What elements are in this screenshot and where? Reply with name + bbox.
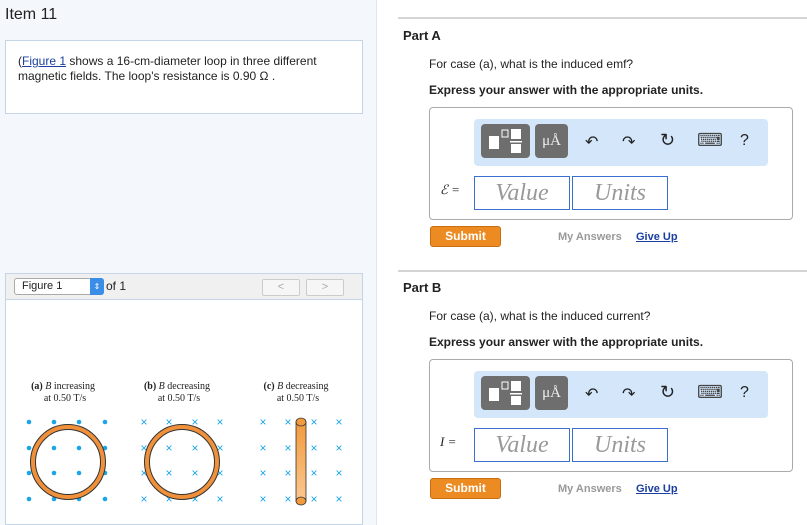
field-in-cross: × (310, 492, 317, 506)
units-input[interactable]: Units (572, 428, 668, 462)
problem-statement: (Figure 1 shows a 16-cm-diameter loop in… (5, 40, 363, 114)
reset-icon[interactable]: ↻ (660, 130, 675, 151)
field-out-dot (26, 419, 32, 425)
undo-icon[interactable]: ↶ (585, 384, 598, 404)
field-in-cross: × (216, 415, 223, 429)
figure-header: Figure 1 ⇕ of 1 < > (6, 274, 362, 300)
caption-c: (c) B decreasing (264, 381, 329, 392)
field-in-cross: × (310, 415, 317, 429)
templates-icon (489, 129, 522, 153)
help-icon[interactable]: ? (740, 132, 749, 150)
prev-figure-button[interactable]: < (262, 279, 300, 296)
my-answers-link[interactable]: My Answers (558, 231, 622, 243)
field-in-cross: × (310, 466, 317, 480)
field-out-dot (26, 496, 32, 502)
math-toolbar: μÅ ↶ ↷ ↻ ⌨ ? (474, 119, 768, 166)
field-out-dot (51, 445, 57, 451)
field-in-cross: × (259, 415, 266, 429)
field-in-cross: × (284, 466, 291, 480)
field-in-cross: × (191, 441, 198, 455)
caption-a-rate: at 0.50 T/s (44, 393, 86, 404)
field-out-dot (76, 445, 82, 451)
field-in-cross: × (284, 492, 291, 506)
divider (398, 17, 807, 19)
keyboard-icon[interactable]: ⌨ (697, 382, 723, 403)
submit-button[interactable]: Submit (430, 478, 501, 499)
give-up-link[interactable]: Give Up (636, 483, 678, 495)
value-input[interactable]: Value (474, 428, 570, 462)
loop-b (145, 425, 219, 499)
units-button[interactable]: μÅ (535, 376, 568, 410)
value-input[interactable]: Value (474, 176, 570, 210)
field-out-dot (51, 419, 57, 425)
figure-panel: Figure 1 ⇕ of 1 < > (a) B increasing at 0… (5, 273, 363, 525)
field-in-cross: × (216, 492, 223, 506)
figure-select-value: Figure 1 (22, 280, 63, 292)
figure-select[interactable]: Figure 1 ⇕ (14, 278, 104, 295)
field-out-dot (51, 470, 57, 476)
figure-count: of 1 (106, 279, 127, 293)
templates-button[interactable] (481, 124, 530, 158)
field-out-dot (76, 419, 82, 425)
field-out-dot (26, 470, 32, 476)
figure-image: (a) B increasing at 0.50 T/s (b) B decre… (26, 381, 343, 506)
select-arrows-icon: ⇕ (90, 278, 104, 295)
answer-box: μÅ ↶ ↷ ↻ ⌨ ? ℰ = Value Units (429, 107, 793, 220)
next-figure-button[interactable]: > (306, 279, 344, 296)
undo-icon[interactable]: ↶ (585, 132, 598, 152)
help-icon[interactable]: ? (740, 384, 749, 402)
math-toolbar: μÅ ↶ ↷ ↻ ⌨ ? (474, 371, 768, 418)
field-in-cross: × (310, 441, 317, 455)
loop-a (31, 425, 105, 499)
field-out-dot (26, 445, 32, 451)
field-in-cross: × (335, 415, 342, 429)
field-in-cross: × (335, 492, 342, 506)
caption-c-rate: at 0.50 T/s (277, 393, 319, 404)
field-out-dot (102, 496, 108, 502)
field-in-cross: × (259, 492, 266, 506)
answer-box: μÅ ↶ ↷ ↻ ⌨ ? I = Value Units (429, 359, 793, 472)
left-panel: Item 11 (Figure 1 shows a 16-cm-diameter… (0, 0, 377, 525)
redo-icon[interactable]: ↷ (622, 384, 635, 404)
field-in-cross: × (140, 415, 147, 429)
keyboard-icon[interactable]: ⌨ (697, 130, 723, 151)
field-in-cross: × (284, 441, 291, 455)
units-input[interactable]: Units (572, 176, 668, 210)
variable-label: ℰ = (440, 182, 460, 197)
question-text: For case (a), what is the induced curren… (429, 309, 651, 323)
field-out-dot (102, 419, 108, 425)
field-in-cross: × (259, 466, 266, 480)
instructions: Express your answer with the appropriate… (429, 83, 704, 97)
loop-c-edge-on (295, 417, 307, 506)
part-title: Part A (403, 28, 441, 43)
caption-a: (a) B increasing (31, 381, 95, 392)
units-button[interactable]: μÅ (535, 124, 568, 158)
item-title: Item 11 (5, 6, 58, 23)
field-out-dot (76, 470, 82, 476)
figure-link[interactable]: Figure 1 (22, 54, 66, 68)
field-in-cross: × (165, 441, 172, 455)
field-in-cross: × (335, 466, 342, 480)
question-text: For case (a), what is the induced emf? (429, 57, 634, 71)
field-in-cross: × (335, 441, 342, 455)
instructions: Express your answer with the appropriate… (429, 335, 704, 349)
my-answers-link[interactable]: My Answers (558, 483, 622, 495)
templates-icon (489, 381, 522, 405)
caption-b: (b) B decreasing (144, 381, 210, 392)
field-in-cross: × (191, 466, 198, 480)
part-title: Part B (403, 280, 442, 295)
field-in-cross: × (284, 415, 291, 429)
templates-button[interactable] (481, 376, 530, 410)
redo-icon[interactable]: ↷ (622, 132, 635, 152)
give-up-link[interactable]: Give Up (636, 231, 678, 243)
field-in-cross: × (259, 441, 266, 455)
caption-b-rate: at 0.50 T/s (158, 393, 200, 404)
field-in-cross: × (140, 492, 147, 506)
variable-label: I = (440, 434, 457, 449)
divider (398, 270, 807, 272)
field-in-cross: × (165, 466, 172, 480)
submit-button[interactable]: Submit (430, 226, 501, 247)
reset-icon[interactable]: ↻ (660, 382, 675, 403)
right-panel: Part A For case (a), what is the induced… (398, 0, 807, 525)
